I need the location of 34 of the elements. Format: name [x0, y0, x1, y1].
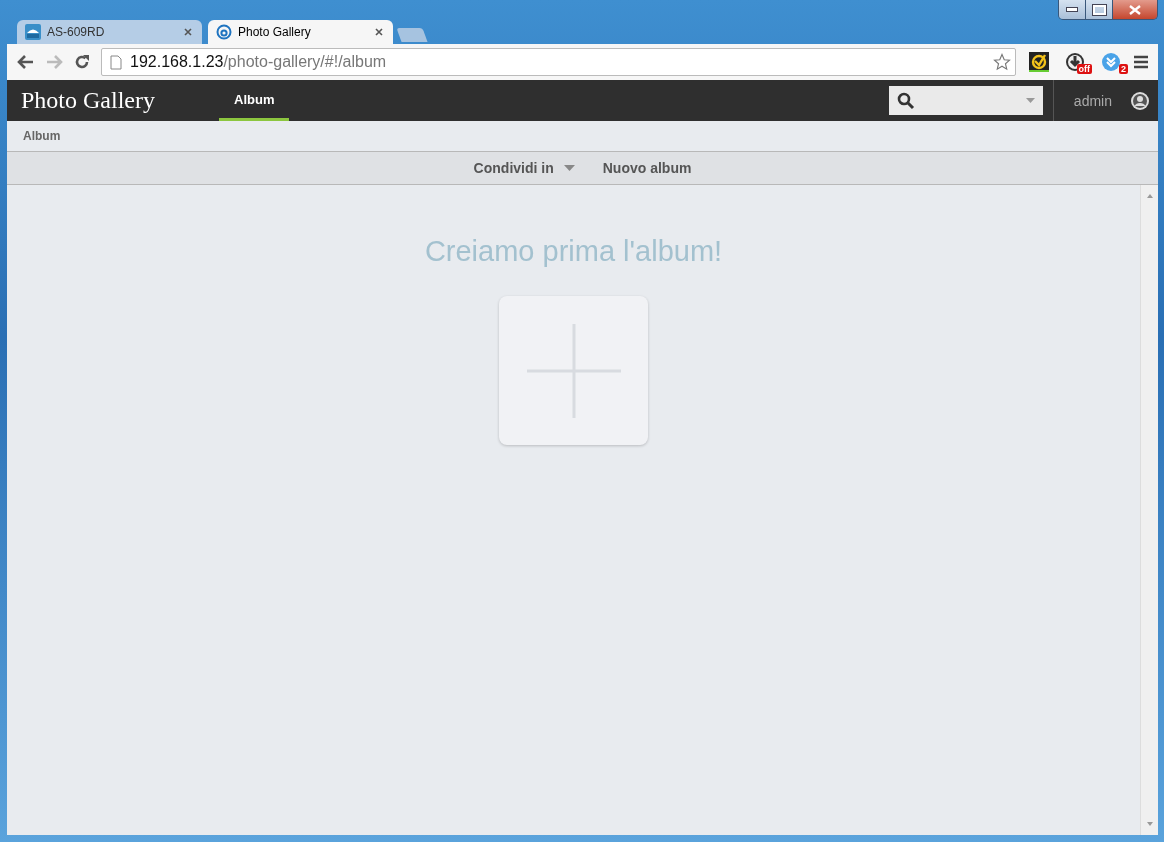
breadcrumb[interactable]: Album — [23, 129, 61, 143]
address-bar[interactable]: 192.168.1.23/photo-gallery/#!/album — [101, 48, 1016, 76]
star-icon[interactable] — [993, 53, 1011, 71]
empty-message: Creiamo prima l'album! — [424, 235, 723, 268]
checkmark-icon — [1029, 52, 1049, 72]
browser-tab[interactable]: Photo Gallery — [208, 20, 393, 44]
maximize-button[interactable] — [1086, 0, 1113, 19]
close-icon — [1129, 4, 1141, 15]
circle-a-icon — [216, 24, 232, 40]
app-icon — [25, 24, 41, 40]
back-icon[interactable] — [17, 54, 35, 70]
username[interactable]: admin — [1073, 92, 1112, 109]
scrollbar[interactable] — [1140, 185, 1158, 835]
app-title: Photo Gallery — [21, 87, 156, 114]
extension-button[interactable] — [1026, 50, 1052, 74]
close-tab-icon[interactable] — [184, 28, 192, 36]
search-field[interactable] — [888, 86, 1043, 115]
user-avatar-icon[interactable] — [1130, 90, 1150, 111]
plus-icon — [526, 323, 621, 418]
reload-icon[interactable] — [73, 53, 91, 71]
menu-icon[interactable] — [1134, 55, 1148, 69]
page-icon — [110, 54, 122, 70]
browser-tab[interactable]: AS-609RD — [17, 20, 202, 44]
toolbar-button[interactable]: Condividi in — [473, 160, 575, 176]
extension-badge: 2 — [1119, 64, 1128, 74]
extension-badge: off — [1076, 64, 1092, 74]
nav-tab[interactable]: Album — [219, 80, 290, 121]
minimize-button[interactable] — [1059, 0, 1086, 19]
chevron-down-icon — [1101, 52, 1121, 72]
close-button[interactable] — [1113, 0, 1157, 19]
toolbar-button[interactable]: Nuovo album — [602, 160, 692, 176]
caret-icon — [1025, 98, 1035, 103]
close-tab-icon[interactable] — [375, 28, 383, 36]
search-icon — [896, 91, 915, 110]
